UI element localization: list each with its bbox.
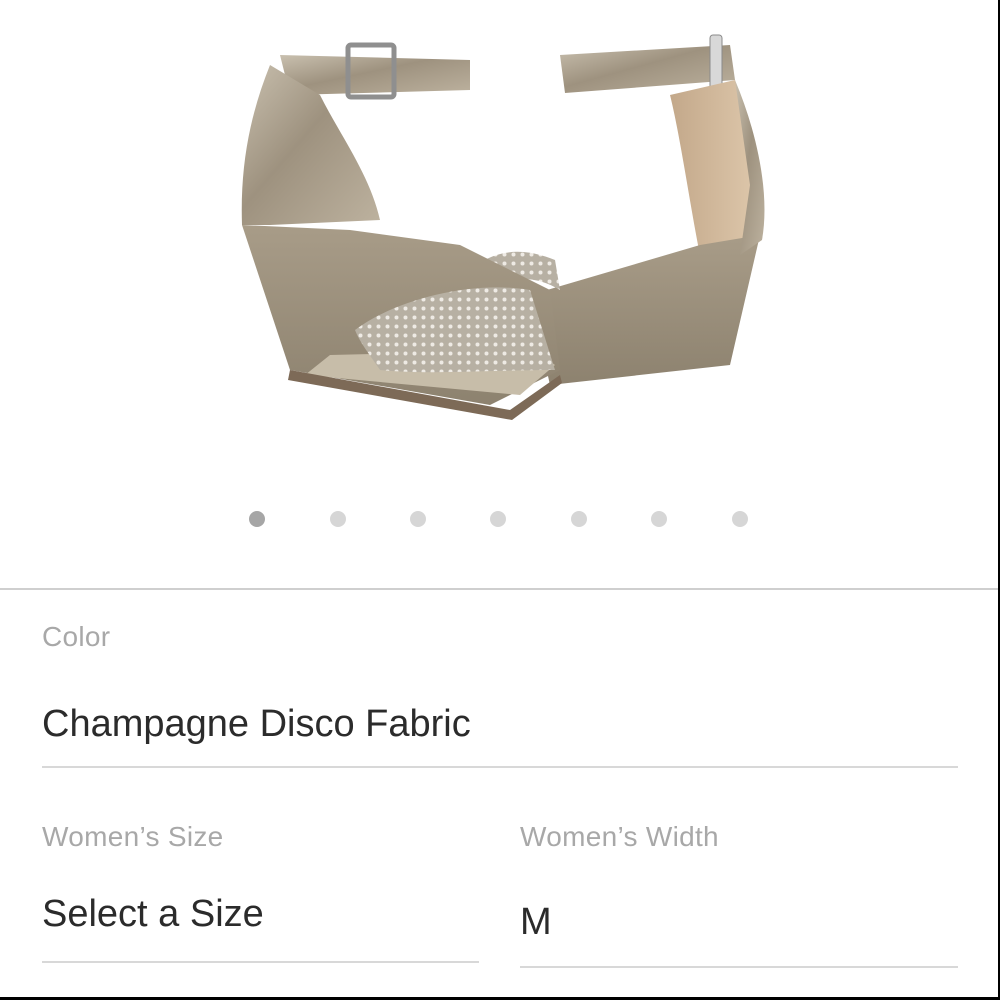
- size-label: Women’s Size: [42, 821, 224, 852]
- width-field-underline: [520, 966, 958, 968]
- carousel-dot-2[interactable]: [330, 511, 346, 527]
- color-value: Champagne Disco Fabric: [42, 703, 471, 745]
- size-value: Select a Size: [42, 893, 264, 935]
- product-image: [241, 34, 765, 420]
- carousel-dot-3[interactable]: [410, 511, 426, 527]
- size-field-underline: [42, 961, 479, 963]
- carousel-dot-5[interactable]: [571, 511, 587, 527]
- carousel-indicator: [0, 511, 998, 531]
- width-value: M: [520, 901, 552, 943]
- image-carousel[interactable]: [0, 0, 998, 588]
- width-label: Women’s Width: [520, 821, 719, 852]
- carousel-dot-1[interactable]: [249, 511, 265, 527]
- carousel-dot-4[interactable]: [490, 511, 506, 527]
- section-divider: [0, 588, 998, 590]
- color-field-underline: [42, 766, 958, 768]
- carousel-dot-6[interactable]: [651, 511, 667, 527]
- carousel-dot-7[interactable]: [732, 511, 748, 527]
- product-detail-screen: Color Champagne Disco Fabric Women’s Siz…: [0, 0, 1000, 1000]
- color-label: Color: [42, 621, 111, 652]
